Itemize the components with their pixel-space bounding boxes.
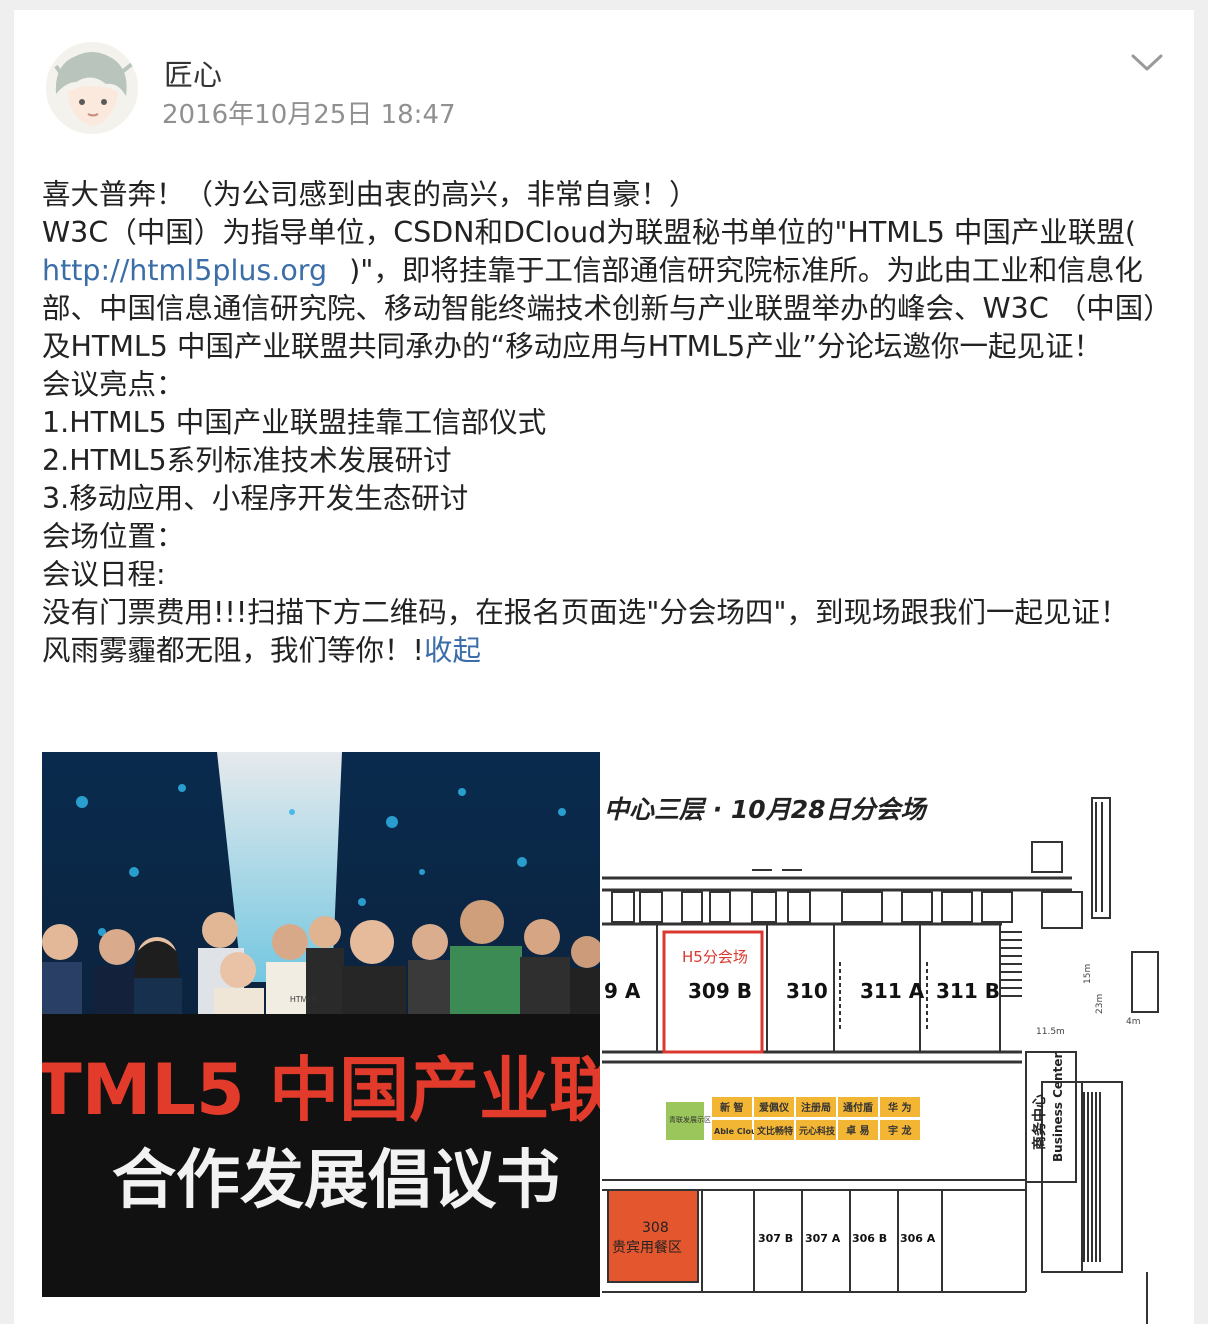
post-card: 匠心 2016年10月25日 18:47 喜大普奔！（为公司感到由衷的高兴，非常…: [14, 10, 1194, 1324]
room-309a: 9 A: [604, 979, 641, 1003]
dim-4m: 4m: [1126, 1017, 1141, 1027]
room-306b: 306 B: [852, 1232, 887, 1245]
post-line: 没有门票费用!!!扫描下方二维码，在报名页面选"分会场四"，到现场跟我们一起见证…: [42, 596, 1129, 629]
room-307a: 307 A: [805, 1232, 841, 1245]
business-center-cn: 商务中心: [1031, 1094, 1048, 1150]
dim-23m: 23m: [1095, 994, 1105, 1014]
booth-label: 华 为: [888, 1101, 911, 1114]
chevron-down-icon[interactable]: [1130, 52, 1164, 74]
room-307b: 307 B: [758, 1232, 793, 1245]
shirt-text: HTML5: [290, 995, 317, 1004]
avatar-illustration: [46, 42, 138, 134]
booth-label: 文比畅特: [756, 1125, 793, 1137]
booth-label: 元心科技: [799, 1125, 836, 1137]
post-line: 会议亮点：: [42, 368, 185, 401]
post-timestamp: 2016年10月25日 18:47: [162, 100, 456, 130]
user-name[interactable]: 匠心: [164, 52, 222, 94]
post-line: 风雨雾霾都无阻，我们等你！!收起: [42, 632, 1166, 670]
h5-venue-label: H5分会场: [682, 948, 748, 966]
booth-label: 爱佩仪: [759, 1101, 790, 1114]
avatar[interactable]: [46, 42, 138, 134]
collapse-link[interactable]: 收起: [424, 634, 481, 667]
booth-label: 宇 龙: [888, 1124, 911, 1137]
floor-plan-image[interactable]: 中心三层 · 10月28日分会场 H5分会场 9 A 309 B 310 311…: [602, 752, 1162, 1324]
post-line: 会场位置：: [42, 520, 185, 553]
dim-15m: 15m: [1083, 964, 1093, 984]
event-photo-image: HTML5 TML5 中国产业联 合作发展倡议书: [42, 752, 600, 1310]
post-line: 喜大普奔！（为公司感到由衷的高兴，非常自豪！）: [42, 178, 698, 211]
post-text: 风雨雾霾都无阻，我们等你！!: [42, 634, 424, 667]
booth-label: 新 智: [720, 1101, 743, 1114]
event-photo[interactable]: HTML5 TML5 中国产业联 合作发展倡议书: [42, 752, 600, 1310]
html5plus-link[interactable]: http://html5plus.org: [42, 254, 327, 287]
post-body: 喜大普奔！（为公司感到由衷的高兴，非常自豪！） W3C（中国）为指导单位，CSD…: [42, 176, 1166, 670]
room-306a: 306 A: [900, 1232, 936, 1245]
room-308-number: 308: [642, 1220, 669, 1236]
dim-11-5m: 11.5m: [1036, 1027, 1065, 1037]
post-paragraph: W3C（中国）为指导单位，CSDN和DCloud为联盟秘书单位的"HTML5 中…: [42, 214, 1166, 366]
floor-plan-title: 中心三层 · 10月28日分会场: [604, 795, 928, 824]
banner-line1: TML5 中国产业联: [42, 1049, 600, 1131]
floor-plan-drawing: 中心三层 · 10月28日分会场 H5分会场 9 A 309 B 310 311…: [602, 752, 1162, 1324]
post-line: 3.移动应用、小程序开发生态研讨: [42, 482, 469, 515]
post-text: W3C（中国）为指导单位，CSDN和DCloud为联盟秘书单位的"HTML5 中…: [42, 216, 1137, 249]
room-308-name: 贵宾用餐区: [612, 1240, 682, 1256]
banner-line2: 合作发展倡议书: [112, 1144, 560, 1218]
room-311b: 311 B: [936, 979, 1000, 1003]
room-311a: 311 A: [860, 979, 925, 1003]
booth-label: 注册局: [801, 1101, 831, 1114]
room-309b: 309 B: [688, 979, 752, 1003]
booth-green-label: 青联发展示区: [669, 1115, 711, 1124]
booth-label: 卓 易: [846, 1124, 869, 1137]
post-line: 会议日程:: [42, 558, 166, 591]
room-310: 310: [786, 979, 828, 1003]
room-308: [607, 1189, 699, 1283]
booth-label: 通付盾: [843, 1101, 873, 1114]
post-line: 1.HTML5 中国产业联盟挂靠工信部仪式: [42, 406, 547, 439]
business-center-en: Business Center: [1051, 1053, 1065, 1162]
post-line: 2.HTML5系列标准技术发展研讨: [42, 444, 452, 477]
